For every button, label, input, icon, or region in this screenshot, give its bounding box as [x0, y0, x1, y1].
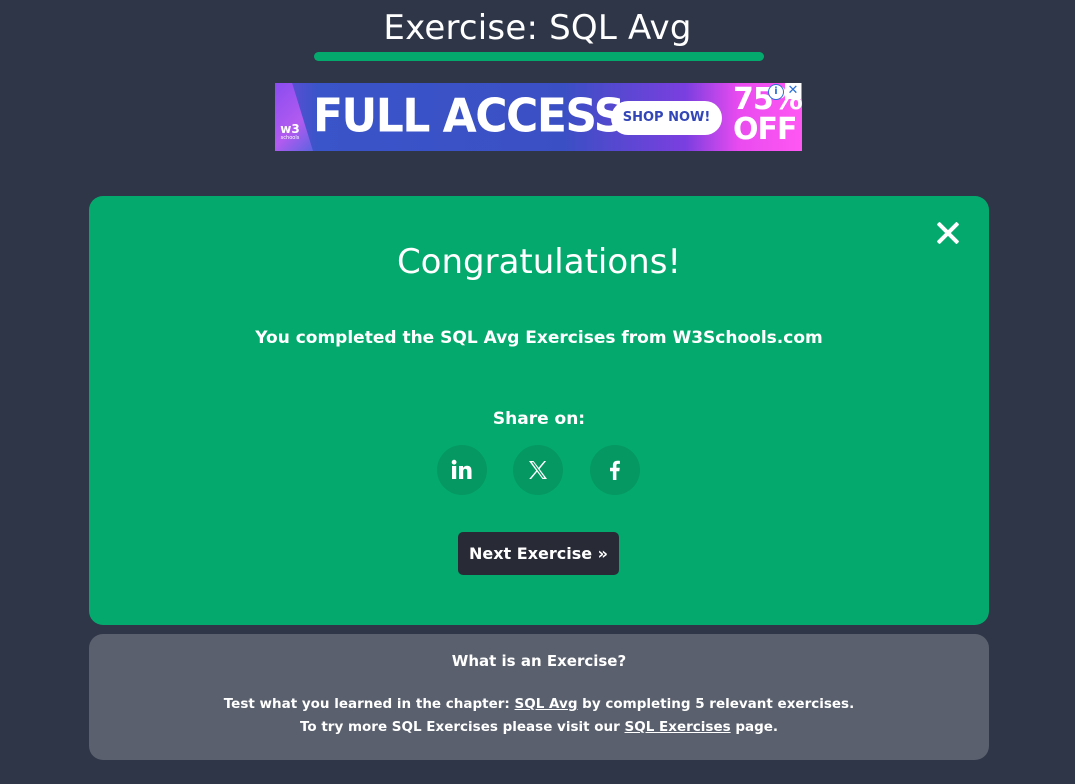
ad-logo-text: w3	[280, 122, 300, 136]
info-line-more: To try more SQL Exercises please visit o…	[89, 716, 989, 738]
info-line2-prefix: To try more SQL Exercises please visit o…	[299, 719, 625, 735]
page-title: Exercise: SQL Avg	[383, 8, 692, 48]
w3schools-logo: w3 schools	[277, 123, 303, 141]
exercise-page: Exercise: SQL Avg w3 schools FULL ACCESS…	[0, 0, 1075, 784]
ad-shop-now-button[interactable]: SHOP NOW!	[611, 101, 722, 135]
info-line-chapter: Test what you learned in the chapter: SQ…	[89, 693, 989, 715]
x-icon	[529, 461, 547, 479]
ad-discount: 75% OFF	[733, 83, 802, 147]
ad-banner[interactable]: w3 schools FULL ACCESS SHOP NOW! 75% OFF…	[275, 83, 802, 151]
exercise-info-box: What is an Exercise? Test what you learn…	[89, 634, 989, 760]
ad-discount-word: OFF	[733, 112, 798, 147]
info-title: What is an Exercise?	[451, 652, 627, 670]
ad-logo-subtext: schools	[280, 135, 300, 141]
info-line1-suffix: by completing 5 relevant exercises.	[577, 696, 855, 712]
ad-headline: FULL ACCESS	[313, 89, 625, 144]
sql-exercises-link[interactable]: SQL Exercises	[625, 719, 731, 735]
next-exercise-button[interactable]: Next Exercise »	[458, 532, 619, 575]
ad-discount-value: 75%	[733, 83, 802, 117]
info-icon[interactable]: i	[768, 84, 784, 100]
linkedin-icon	[451, 459, 472, 479]
close-icon[interactable]: ✕	[785, 83, 801, 99]
info-line1-prefix: Test what you learned in the chapter:	[223, 696, 515, 712]
share-facebook-button[interactable]	[590, 445, 640, 495]
share-label: Share on:	[492, 409, 586, 429]
congratulations-card: Congratulations! You completed the SQL A…	[89, 196, 989, 625]
completion-message: You completed the SQL Avg Exercises from…	[255, 328, 823, 348]
share-linkedin-button[interactable]	[437, 445, 487, 495]
facebook-icon	[610, 460, 620, 480]
title-underline	[314, 52, 764, 61]
info-line2-suffix: page.	[730, 719, 779, 735]
share-x-button[interactable]	[513, 445, 563, 495]
chapter-link[interactable]: SQL Avg	[515, 696, 578, 712]
congratulations-heading: Congratulations!	[396, 242, 682, 282]
